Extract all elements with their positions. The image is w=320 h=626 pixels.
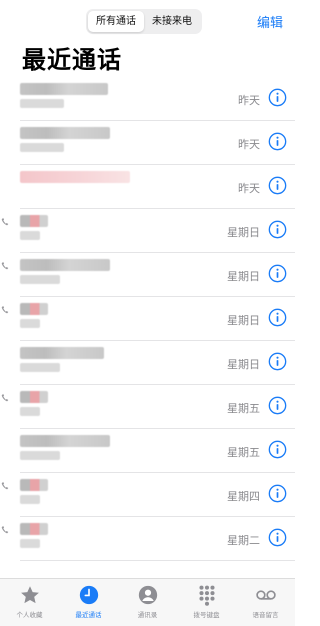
contact-name-redacted xyxy=(20,523,48,535)
contact-name-redacted xyxy=(20,303,48,315)
call-time: 昨天 xyxy=(238,182,260,195)
call-time: 昨天 xyxy=(238,138,260,151)
contact-name-redacted xyxy=(20,435,110,447)
call-row[interactable]: 昨天 xyxy=(20,77,295,121)
info-icon[interactable] xyxy=(268,440,287,459)
call-detail-redacted xyxy=(20,539,40,548)
call-time: 星期日 xyxy=(227,226,260,239)
tab-label: 通讯录 xyxy=(137,611,158,619)
call-detail-redacted xyxy=(20,407,40,416)
contact-name-redacted xyxy=(20,127,110,139)
star-icon xyxy=(20,586,39,604)
call-detail-redacted xyxy=(20,319,40,328)
tab-keypad[interactable]: 拨号键盘 xyxy=(177,579,236,626)
tab-recents[interactable]: 最近通话 xyxy=(59,579,118,626)
tab-missed-calls[interactable]: 未接来电 xyxy=(144,11,200,32)
call-row[interactable]: 星期日 xyxy=(1,209,295,253)
tab-all-calls[interactable]: 所有通话 xyxy=(88,11,144,32)
call-time: 星期四 xyxy=(227,490,260,503)
info-icon[interactable] xyxy=(268,264,287,283)
info-icon[interactable] xyxy=(268,88,287,107)
tab-voicemail[interactable]: 语音留言 xyxy=(236,579,295,626)
call-row[interactable]: 昨天 xyxy=(20,121,295,165)
contacts-icon xyxy=(138,585,157,605)
call-detail-redacted xyxy=(20,143,64,152)
info-icon[interactable] xyxy=(268,132,287,151)
info-icon[interactable] xyxy=(268,176,287,195)
call-detail-redacted xyxy=(20,99,64,108)
call-row[interactable]: 昨天 xyxy=(20,165,295,209)
call-time: 星期二 xyxy=(227,534,260,547)
call-row[interactable]: 星期日 xyxy=(20,341,295,385)
call-detail-redacted xyxy=(20,231,40,240)
info-icon[interactable] xyxy=(268,220,287,239)
info-icon[interactable] xyxy=(268,308,287,327)
call-row[interactable]: 星期二 xyxy=(1,517,295,561)
call-time: 星期五 xyxy=(227,446,260,459)
contact-name-redacted xyxy=(20,259,110,271)
call-filter-segmented-control: 所有通话 未接来电 xyxy=(86,9,202,34)
clock-icon xyxy=(79,585,98,605)
tab-label: 个人收藏 xyxy=(16,611,43,619)
call-time: 星期日 xyxy=(227,314,260,327)
info-icon[interactable] xyxy=(268,396,287,415)
edit-button[interactable]: 编辑 xyxy=(257,12,283,31)
info-icon[interactable] xyxy=(268,352,287,371)
outgoing-call-icon xyxy=(1,305,9,314)
outgoing-call-icon xyxy=(1,481,9,490)
call-row[interactable]: 星期五 xyxy=(1,385,295,429)
top-bar: 所有通话 未接来电 编辑 xyxy=(0,0,295,40)
info-icon[interactable] xyxy=(268,528,287,547)
tab-favorites[interactable]: 个人收藏 xyxy=(0,579,59,626)
contact-name-redacted xyxy=(20,391,48,403)
page-title: 最近通话 xyxy=(22,46,122,74)
keypad-icon xyxy=(198,585,215,606)
contact-name-redacted xyxy=(20,479,48,491)
call-time: 星期日 xyxy=(227,358,260,371)
outgoing-call-icon xyxy=(1,217,9,226)
voicemail-icon xyxy=(255,590,276,600)
call-detail-redacted xyxy=(20,451,60,460)
call-row[interactable]: 星期日 xyxy=(1,297,295,341)
contact-name-redacted xyxy=(20,347,104,359)
contact-name-redacted xyxy=(20,171,130,183)
outgoing-call-icon xyxy=(1,525,9,534)
outgoing-call-icon xyxy=(1,393,9,402)
tab-label: 语音留言 xyxy=(252,611,279,619)
info-icon[interactable] xyxy=(268,484,287,503)
tab-label: 拨号键盘 xyxy=(193,611,220,619)
call-row[interactable]: 星期五 xyxy=(20,429,295,473)
recent-calls-list: 昨天 昨天 昨天 星期日 星期日 星期日 星期日 星期五 星期五 星期四 星期二 xyxy=(0,77,295,561)
call-time: 星期五 xyxy=(227,402,260,415)
outgoing-call-icon xyxy=(1,261,9,270)
call-row[interactable]: 星期四 xyxy=(1,473,295,517)
contact-name-redacted xyxy=(20,215,48,227)
tab-label: 最近通话 xyxy=(75,611,102,619)
call-detail-redacted xyxy=(20,495,40,504)
call-detail-redacted xyxy=(20,275,60,284)
call-time: 星期日 xyxy=(227,270,260,283)
contact-name-redacted xyxy=(20,83,108,95)
tab-contacts[interactable]: 通讯录 xyxy=(118,579,177,626)
call-row[interactable]: 星期日 xyxy=(1,253,295,297)
call-time: 昨天 xyxy=(238,94,260,107)
call-detail-redacted xyxy=(20,363,60,372)
tab-bar: 个人收藏 最近通话 通讯录 拨号键盘 语音留言 xyxy=(0,578,295,626)
